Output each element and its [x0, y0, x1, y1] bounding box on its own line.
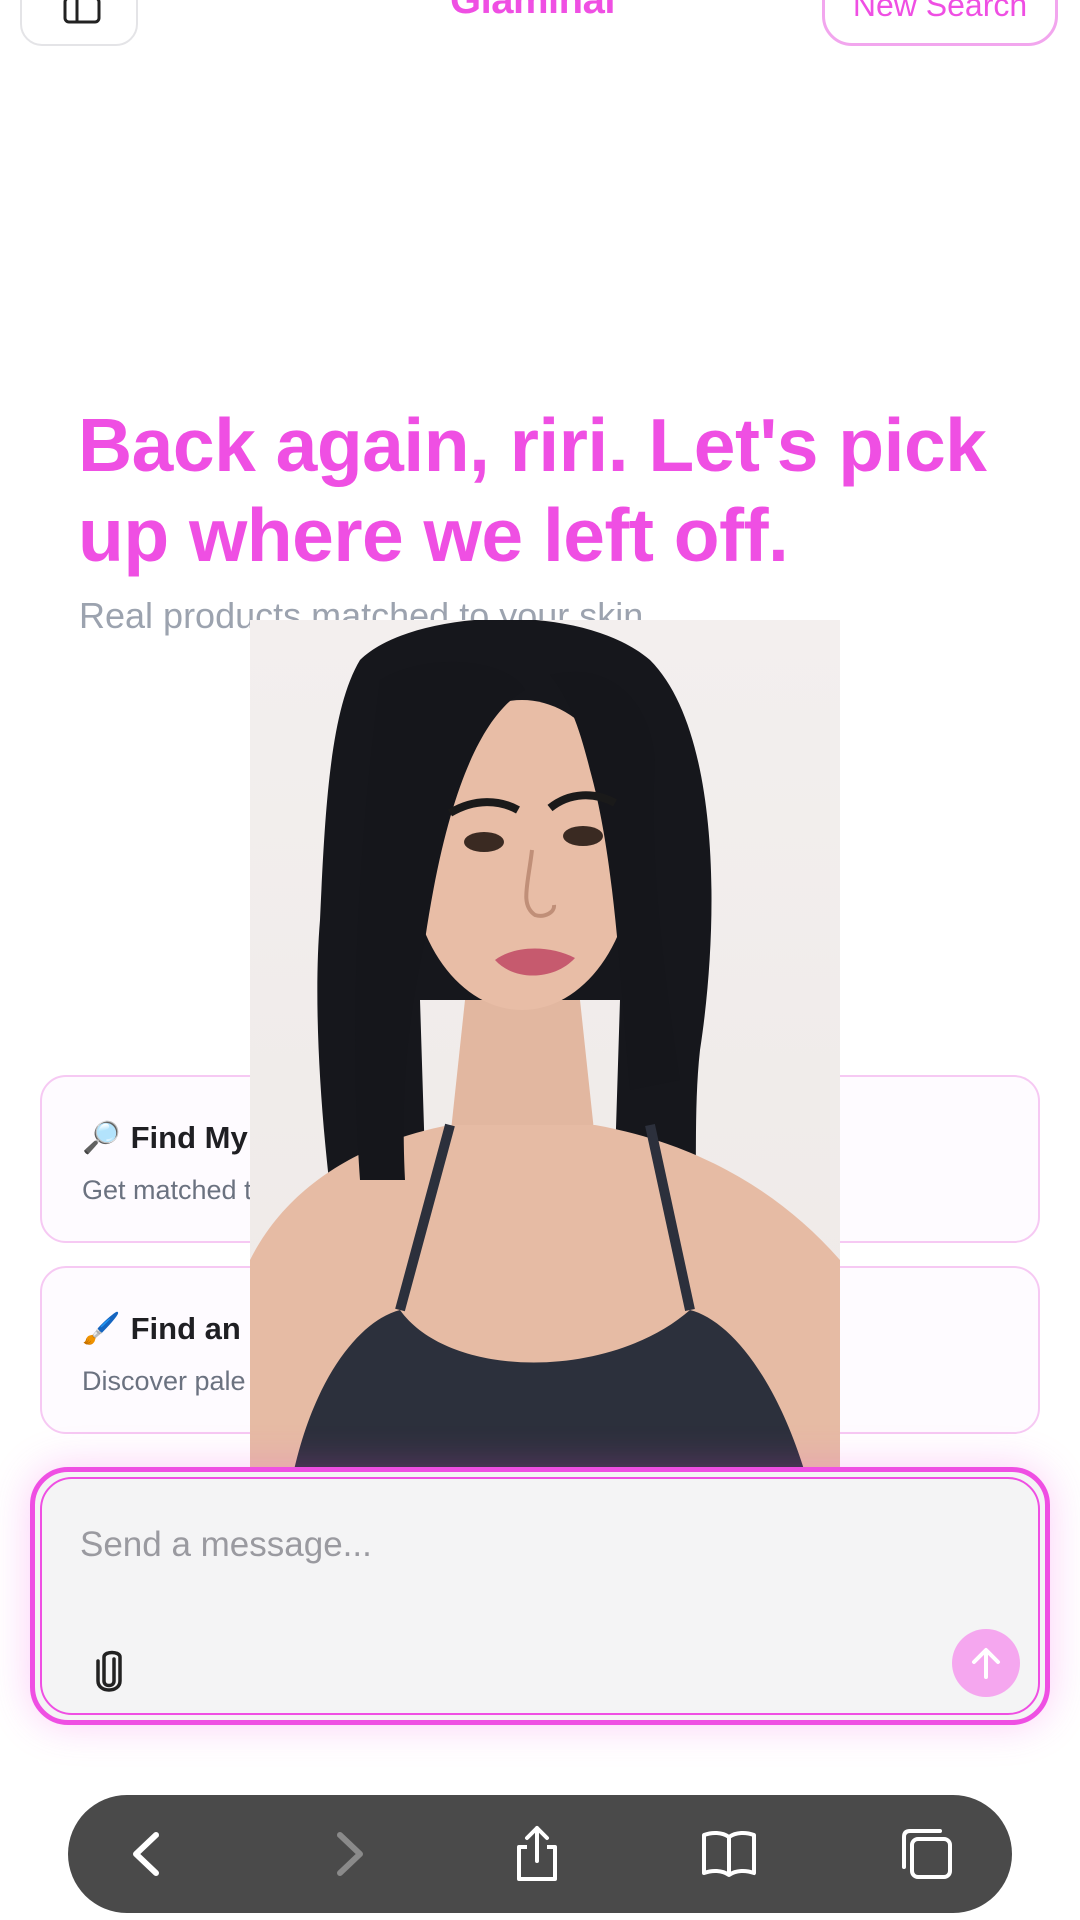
back-button[interactable] [118, 1823, 180, 1885]
brand-logo[interactable]: Glaminal [450, 0, 615, 23]
bookmarks-button[interactable] [698, 1823, 760, 1885]
browser-toolbar [68, 1795, 1012, 1913]
message-input[interactable] [78, 1519, 962, 1571]
share-icon [517, 1826, 557, 1881]
chevron-left-icon [133, 1832, 159, 1876]
top-bar: Glaminal New Search [0, 0, 1080, 60]
card-title-text: Find an [130, 1311, 241, 1346]
paperclip-icon[interactable] [92, 1649, 126, 1693]
sidebar-toggle-icon [63, 0, 101, 24]
bookmarks-icon [702, 1830, 756, 1877]
new-search-button[interactable]: New Search [822, 0, 1058, 46]
card-title: 🖌️ Find an [82, 1310, 241, 1347]
person-illustration [250, 620, 840, 1490]
card-description: Discover pale [82, 1366, 246, 1396]
composer-inner [40, 1477, 1040, 1715]
magnifier-icon: 🔎 [82, 1120, 121, 1156]
tabs-button[interactable] [896, 1823, 958, 1885]
sidebar-toggle-button[interactable] [20, 0, 138, 46]
forward-button[interactable] [316, 1823, 378, 1885]
page-title: Back again, riri. Let's pick up where we… [78, 403, 987, 577]
message-composer [30, 1467, 1050, 1725]
chevron-right-icon [337, 1832, 363, 1876]
send-button[interactable] [952, 1629, 1020, 1697]
share-button[interactable] [506, 1823, 568, 1885]
arrow-up-icon [972, 1648, 1000, 1679]
person-video-overlay [250, 620, 840, 1490]
tabs-icon [902, 1829, 952, 1879]
paintbrush-icon: 🖌️ [82, 1311, 121, 1347]
card-description: Get matched t [82, 1175, 252, 1205]
